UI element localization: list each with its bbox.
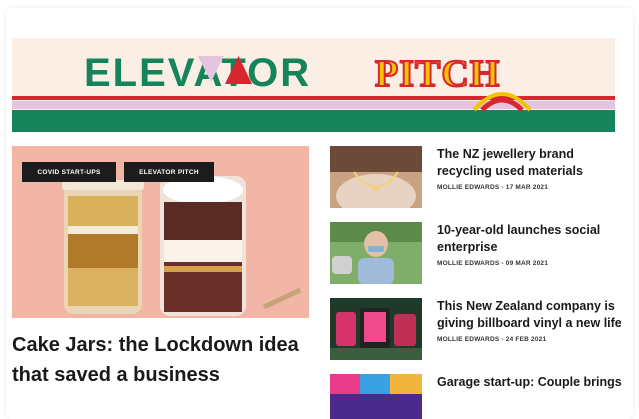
list-item[interactable]: This New Zealand company is giving billb… bbox=[330, 298, 622, 360]
article-thumbnail-social-enterprise[interactable] bbox=[330, 222, 422, 284]
article-thumbnail-jewellery[interactable] bbox=[330, 146, 422, 208]
article-title[interactable]: The NZ jewellery brand recycling used ma… bbox=[437, 146, 622, 180]
article-meta: MOLLIE EDWARDS - 24 FEB 2021 bbox=[437, 336, 547, 343]
list-item[interactable]: Garage start-up: Couple brings bbox=[330, 374, 622, 419]
article-title[interactable]: 10-year-old launches social enterprise bbox=[437, 222, 622, 256]
logo-text-elevator: ELEVATOR bbox=[84, 51, 311, 95]
article-meta: MOLLIE EDWARDS - 09 MAR 2021 bbox=[437, 260, 549, 267]
article-thumbnail-garage-start-up[interactable] bbox=[330, 374, 422, 419]
list-item[interactable]: 10-year-old launches social enterprise M… bbox=[330, 222, 620, 284]
logo-text-pitch: PITCH bbox=[375, 53, 500, 95]
feature-title-link[interactable]: Cake Jars: the Lockdown idea that saved … bbox=[12, 330, 312, 390]
elevator-pitch-logo: ELEVATOR PITCH bbox=[84, 51, 532, 112]
article-title[interactable]: This New Zealand company is giving billb… bbox=[437, 298, 622, 332]
elevator-pitch-banner[interactable]: ELEVATOR PITCH bbox=[12, 38, 615, 132]
article-meta: MOLLIE EDWARDS - 17 MAR 2021 bbox=[437, 184, 549, 191]
feature-image[interactable]: COVID START-UPS ELEVATOR PITCH bbox=[12, 146, 309, 318]
list-item[interactable]: The NZ jewellery brand recycling used ma… bbox=[330, 146, 620, 208]
article-thumbnail-billboard-vinyl[interactable] bbox=[330, 298, 422, 360]
tag-elevator-pitch[interactable]: ELEVATOR PITCH bbox=[124, 162, 214, 182]
tag-covid-start-ups[interactable]: COVID START-UPS bbox=[22, 162, 116, 182]
article-title[interactable]: Garage start-up: Couple brings bbox=[437, 374, 622, 391]
